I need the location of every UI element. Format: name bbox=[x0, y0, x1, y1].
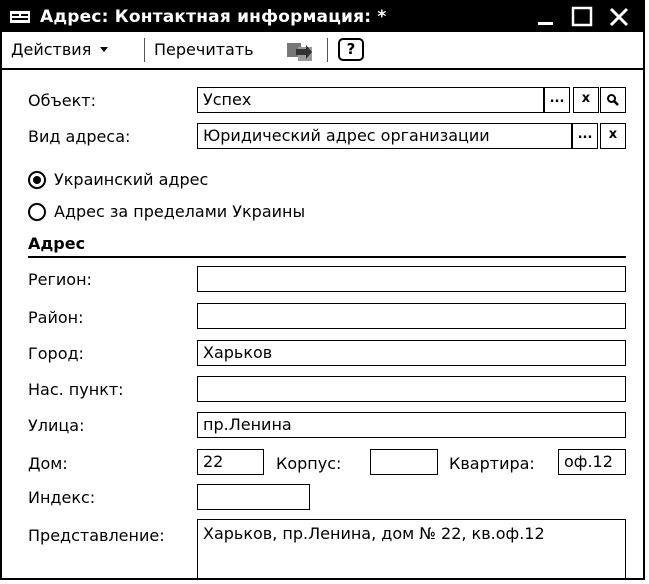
settlement-field[interactable] bbox=[197, 376, 626, 402]
street-label: Улица: bbox=[28, 416, 85, 435]
window-title: Адрес: Контактная информация: * bbox=[40, 7, 387, 27]
index-label: Индекс: bbox=[28, 488, 96, 507]
representation-field[interactable]: Харьков, пр.Ленина, дом № 22, кв.оф.12 bbox=[197, 519, 626, 578]
object-open-button[interactable] bbox=[600, 87, 626, 113]
object-label: Объект: bbox=[28, 91, 96, 110]
close-icon[interactable] bbox=[606, 5, 632, 29]
form-window-icon bbox=[10, 11, 30, 23]
toolbar-divider bbox=[327, 38, 328, 62]
address-type-field[interactable]: Юридический адрес организации bbox=[197, 123, 572, 149]
address-type-select-button[interactable]: ... bbox=[572, 123, 598, 149]
street-field[interactable]: пр.Ленина bbox=[197, 412, 626, 438]
maximize-icon[interactable] bbox=[569, 5, 595, 29]
apartment-label: Квартира: bbox=[449, 454, 535, 473]
object-field[interactable]: Успех bbox=[197, 87, 544, 113]
section-divider bbox=[28, 256, 626, 258]
object-clear-button[interactable]: x bbox=[573, 87, 599, 113]
settlement-label: Нас. пункт: bbox=[28, 380, 124, 399]
address-type-label: Вид адреса: bbox=[28, 127, 131, 146]
toolbar: Действия Перечитать ? bbox=[2, 32, 643, 70]
help-icon: ? bbox=[346, 40, 356, 58]
apartment-field[interactable]: оф.12 bbox=[558, 449, 626, 475]
district-field[interactable] bbox=[197, 303, 626, 329]
radio-abroad-address[interactable] bbox=[28, 203, 46, 221]
toolbar-divider bbox=[144, 38, 145, 62]
title-bar[interactable]: Адрес: Контактная информация: * bbox=[2, 2, 643, 32]
search-icon bbox=[607, 94, 619, 106]
object-select-button[interactable]: ... bbox=[544, 87, 570, 113]
minimize-icon[interactable] bbox=[533, 5, 559, 29]
address-section-title: Адрес bbox=[28, 234, 86, 253]
radio-abroad-label[interactable]: Адрес за пределами Украины bbox=[54, 202, 305, 221]
exchange-icon[interactable] bbox=[284, 39, 318, 63]
actions-menu[interactable]: Действия bbox=[11, 40, 109, 59]
building-label: Корпус: bbox=[276, 454, 342, 473]
chevron-down-icon bbox=[100, 47, 109, 52]
actions-menu-label: Действия bbox=[11, 40, 92, 59]
city-label: Город: bbox=[28, 344, 84, 363]
index-field[interactable] bbox=[197, 484, 310, 510]
reread-button[interactable]: Перечитать bbox=[154, 40, 254, 59]
house-label: Дом: bbox=[28, 454, 68, 473]
address-window: Адрес: Контактная информация: * Действия… bbox=[0, 0, 645, 580]
building-field[interactable] bbox=[370, 449, 438, 475]
radio-selected-dot bbox=[33, 176, 41, 184]
representation-label: Представление: bbox=[28, 526, 165, 545]
address-type-clear-button[interactable]: x bbox=[600, 123, 626, 149]
region-field[interactable] bbox=[197, 266, 626, 292]
city-field[interactable]: Харьков bbox=[197, 340, 626, 366]
help-button[interactable]: ? bbox=[338, 38, 364, 61]
radio-ukrainian-address[interactable] bbox=[28, 171, 46, 189]
house-field[interactable]: 22 bbox=[197, 449, 264, 475]
region-label: Регион: bbox=[28, 270, 92, 289]
district-label: Район: bbox=[28, 308, 84, 327]
radio-ukrainian-label[interactable]: Украинский адрес bbox=[54, 170, 208, 189]
